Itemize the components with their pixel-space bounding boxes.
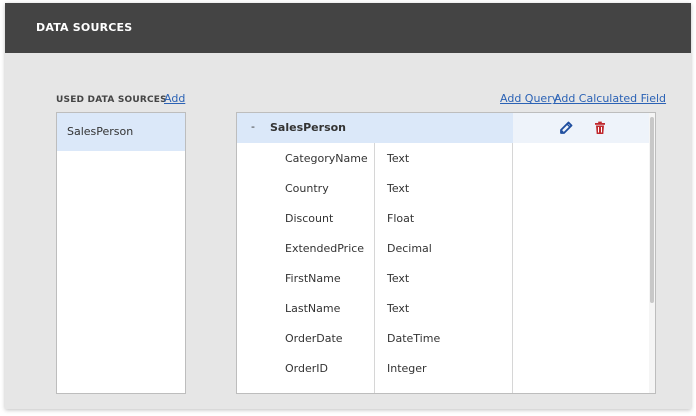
field-type: Text — [387, 182, 410, 195]
field-type: Integer — [387, 362, 427, 375]
dialog-header: DATA SOURCES — [5, 3, 691, 53]
field-type: Float — [387, 212, 415, 225]
add-query-link[interactable]: Add Query — [500, 92, 558, 105]
field-name: ExtendedPrice — [285, 242, 365, 255]
group-name: SalesPerson — [270, 121, 347, 134]
field-type: DateTime — [387, 332, 441, 345]
dialog-title: DATA SOURCES — [36, 21, 133, 34]
field-name: Discount — [285, 212, 334, 225]
add-calculated-field-link[interactable]: Add Calculated Field — [554, 92, 666, 105]
edit-button[interactable] — [558, 120, 574, 136]
delete-button[interactable] — [592, 120, 608, 136]
field-name: LastName — [285, 302, 341, 315]
field-row[interactable]: LastName Text — [237, 293, 512, 323]
field-row[interactable]: OrderID Integer — [237, 353, 512, 383]
used-data-sources-label: USED DATA SOURCES — [56, 95, 167, 105]
fields-panel: - SalesPerson CategoryName Text Country … — [236, 112, 656, 394]
data-source-group-row[interactable]: - SalesPerson — [237, 113, 649, 143]
field-row[interactable]: Country Text — [237, 173, 512, 203]
field-name: OrderID — [285, 362, 328, 375]
field-name: OrderDate — [285, 332, 343, 345]
field-row[interactable]: FirstName Text — [237, 263, 512, 293]
field-type: Text — [387, 152, 410, 165]
used-data-sources-list: SalesPerson — [56, 112, 186, 394]
collapse-toggle[interactable]: - — [251, 120, 255, 133]
field-name: FirstName — [285, 272, 341, 285]
pencil-icon — [560, 121, 573, 134]
field-row[interactable]: ExtendedPrice Decimal — [237, 233, 512, 263]
vertical-scrollbar[interactable] — [649, 113, 655, 393]
field-name: Country — [285, 182, 329, 195]
field-name: CategoryName — [285, 152, 368, 165]
data-source-item-salesperson[interactable]: SalesPerson — [57, 113, 185, 151]
field-row[interactable]: CategoryName Text — [237, 143, 512, 173]
scrollbar-thumb[interactable] — [650, 117, 654, 303]
field-row[interactable]: OrderDate DateTime — [237, 323, 512, 353]
group-actions — [513, 113, 649, 143]
field-type: Decimal — [387, 242, 432, 255]
field-type: Text — [387, 272, 410, 285]
field-type: Text — [387, 302, 410, 315]
trash-icon — [595, 121, 605, 134]
field-row[interactable]: Discount Float — [237, 203, 512, 233]
column-divider — [512, 113, 513, 393]
add-data-source-link[interactable]: Add — [164, 92, 185, 105]
data-sources-dialog: DATA SOURCES USED DATA SOURCES Add Add Q… — [5, 3, 691, 409]
